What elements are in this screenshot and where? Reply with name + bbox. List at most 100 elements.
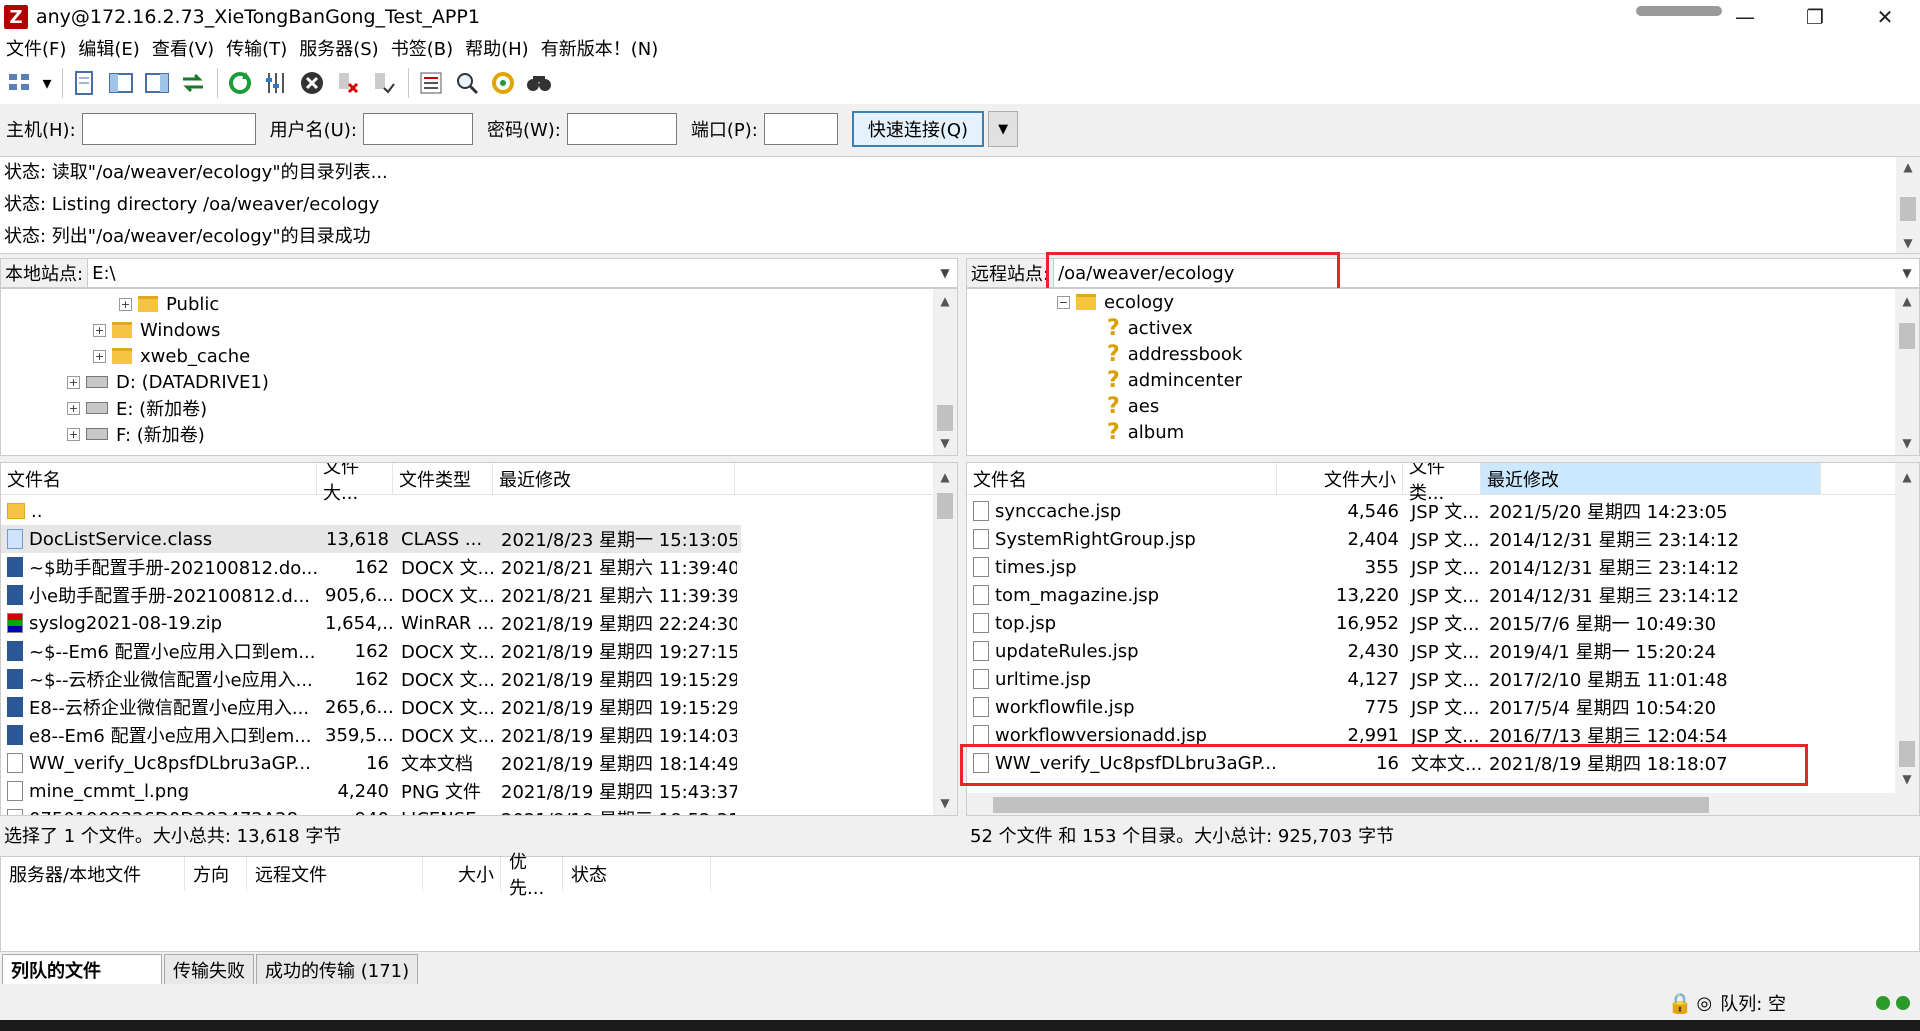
local-tree-scrollbar[interactable]: ▲ ▼ — [933, 289, 957, 455]
remote-list-scrollbar[interactable]: ▲ ▼ — [1895, 463, 1919, 815]
table-row[interactable]: top.jsp 16,952 JSP 文... 2015/7/6 星期一 10:49:… — [967, 609, 1897, 637]
tree-item-windows[interactable]: + Windows — [93, 317, 220, 343]
tab-successful-transfers[interactable]: 成功的传输 (171) — [256, 954, 419, 984]
tree-item-drive-f[interactable]: + F: (新加卷) — [67, 421, 205, 447]
reconnect-icon[interactable] — [367, 67, 400, 100]
quickconnect-dropdown-icon[interactable]: ▼ — [988, 111, 1019, 147]
menu-help[interactable]: 帮助(H) — [459, 35, 535, 61]
column-modified[interactable]: 最近修改 — [1481, 463, 1821, 494]
column-type[interactable]: 文件类型 — [393, 463, 493, 494]
cancel-icon[interactable] — [295, 67, 328, 100]
column-modified[interactable]: 最近修改 — [493, 463, 735, 494]
menu-view[interactable]: 查看(V) — [146, 35, 220, 61]
chevron-down-icon[interactable]: ▼ — [1895, 266, 1919, 280]
queue-col-size[interactable]: 大小 — [423, 857, 501, 891]
remote-tree-icon[interactable] — [140, 67, 173, 100]
scroll-up-icon[interactable]: ▲ — [933, 291, 957, 311]
scroll-down-icon[interactable]: ▼ — [1896, 233, 1920, 253]
scroll-down-icon[interactable]: ▼ — [933, 433, 957, 453]
scroll-up-icon[interactable]: ▲ — [933, 467, 957, 487]
scroll-up-icon[interactable]: ▲ — [1896, 157, 1920, 177]
column-filename[interactable]: 文件名 — [1, 463, 317, 494]
column-type[interactable]: 文件类... — [1403, 463, 1481, 504]
menu-new-version[interactable]: 有新版本！(N) — [535, 35, 665, 61]
tree-item-album[interactable]: ? album — [1107, 419, 1184, 445]
menu-file[interactable]: 文件(F) — [0, 35, 72, 61]
table-row[interactable]: synccache.jsp 4,546 JSP 文... 2021/5/20 星期四 … — [967, 497, 1897, 525]
queue-col-direction[interactable]: 方向 — [185, 857, 247, 891]
table-row[interactable]: mine_cmmt_l.png 4,240 PNG 文件 2021/8/19 星期四 … — [1, 777, 741, 805]
column-size[interactable]: 文件大小 — [1277, 463, 1403, 494]
synchronized-browsing-icon[interactable] — [486, 67, 519, 100]
table-row[interactable]: workflowfile.jsp 775 JSP 文... 2017/5/4 星期四 … — [967, 693, 1897, 721]
directory-listing-filters-icon[interactable] — [414, 67, 447, 100]
column-size[interactable]: 文件大... — [317, 463, 393, 504]
tree-item-public[interactable]: + Public — [119, 291, 219, 317]
process-queue-icon[interactable] — [259, 67, 292, 100]
disconnect-icon[interactable] — [331, 67, 364, 100]
table-row[interactable]: SystemRightGroup.jsp 2,404 JSP 文... 2014/12… — [967, 525, 1897, 553]
scroll-up-icon[interactable]: ▲ — [1895, 467, 1919, 487]
tree-item-ecology[interactable]: − ecology — [1057, 289, 1174, 315]
tree-item-addressbook[interactable]: ? addressbook — [1107, 341, 1242, 367]
dropdown-arrow-icon[interactable]: ▾ — [40, 67, 54, 100]
menu-edit[interactable]: 编辑(E) — [72, 35, 145, 61]
compare-directories-icon[interactable] — [450, 67, 483, 100]
scroll-down-icon[interactable]: ▼ — [1895, 769, 1919, 789]
speed-limit-icon[interactable]: ◎ — [1696, 993, 1712, 1014]
menu-bookmarks[interactable]: 书签(B) — [385, 35, 459, 61]
maximize-button[interactable]: ❐ — [1780, 0, 1850, 34]
site-manager-icon[interactable] — [4, 67, 37, 100]
message-log-icon[interactable] — [68, 67, 101, 100]
tree-item-admincenter[interactable]: ? admincenter — [1107, 367, 1242, 393]
menu-server[interactable]: 服务器(S) — [293, 35, 384, 61]
table-row[interactable]: syslog2021-08-19.zip 1,654,... WinRAR ... 2… — [1, 609, 741, 637]
table-row[interactable]: times.jsp 355 JSP 文... 2014/12/31 星期三 23:14… — [967, 553, 1897, 581]
queue-col-remote[interactable]: 远程文件 — [247, 857, 423, 891]
tab-failed-transfers[interactable]: 传输失败 — [164, 954, 254, 984]
remote-list-hscrollbar[interactable] — [967, 793, 1897, 815]
scroll-down-icon[interactable]: ▼ — [1895, 433, 1919, 453]
password-input[interactable] — [566, 113, 677, 145]
table-row[interactable]: 小e助手配置手册-202100812.d... 905,6... DOCX 文...… — [1, 581, 741, 609]
tree-item-aes[interactable]: ? aes — [1107, 393, 1159, 419]
local-list-scrollbar[interactable]: ▲ ▼ — [933, 463, 957, 815]
tree-item-xweb-cache[interactable]: + xweb_cache — [93, 343, 250, 369]
queue-col-priority[interactable]: 优先... — [501, 852, 563, 899]
column-filename[interactable]: 文件名 — [967, 463, 1277, 494]
host-input[interactable] — [81, 113, 256, 145]
minimize-button[interactable]: — — [1710, 0, 1780, 34]
tree-item-drive-e[interactable]: + E: (新加卷) — [67, 395, 207, 421]
table-row[interactable]: .. — [1, 497, 741, 525]
tree-item-activex[interactable]: ? activex — [1107, 315, 1193, 341]
table-row[interactable]: 07501908326D0D203472A28...940LICENSE...2… — [1, 805, 741, 815]
table-row[interactable]: tom_magazine.jsp 13,220 JSP 文... 2014/12/31… — [967, 581, 1897, 609]
table-row[interactable]: updateRules.jsp 2,430 JSP 文... 2019/4/1 星期一… — [967, 637, 1897, 665]
queue-col-server-local[interactable]: 服务器/本地文件 — [1, 857, 185, 891]
table-row[interactable]: ~$--云桥企业微信配置小e应用入... 162 DOCX 文... 2021/8/1… — [1, 665, 741, 693]
table-row[interactable]: WW_verify_Uc8psfDLbru3aGP... 16 文本文档 2021/8… — [1, 749, 741, 777]
queue-col-status[interactable]: 状态 — [563, 857, 711, 891]
refresh-icon[interactable] — [223, 67, 256, 100]
table-row[interactable]: DocListService.class 13,618 CLASS ... 2021/… — [1, 525, 741, 553]
local-path-input[interactable]: E:\ — [88, 263, 933, 284]
table-row[interactable]: E8--云桥企业微信配置小e应用入... 265,6... DOCX 文... 202… — [1, 693, 741, 721]
quickconnect-button[interactable]: 快速连接(Q) — [851, 111, 985, 147]
table-row[interactable]: ~$--Em6 配置小e应用入口到em... 162 DOCX 文... 2021/8… — [1, 637, 741, 665]
table-row[interactable]: ~$助手配置手册-202100812.do... 162 DOCX 文... 2021… — [1, 553, 741, 581]
transfer-queue-icon[interactable] — [176, 67, 209, 100]
table-row[interactable]: e8--Em6 配置小e应用入口到em... 359,5... DOCX 文... 2… — [1, 721, 741, 749]
local-tree-icon[interactable] — [104, 67, 137, 100]
log-scrollbar[interactable]: ▲ ▼ — [1896, 157, 1920, 253]
menu-transfer[interactable]: 传输(T) — [220, 35, 293, 61]
close-button[interactable]: ✕ — [1850, 0, 1920, 34]
username-input[interactable] — [362, 113, 473, 145]
scroll-up-icon[interactable]: ▲ — [1895, 291, 1919, 311]
search-remote-files-icon[interactable] — [522, 67, 555, 100]
scroll-down-icon[interactable]: ▼ — [933, 793, 957, 813]
port-input[interactable] — [763, 113, 838, 145]
tab-queued-files[interactable]: 列队的文件 — [2, 954, 162, 984]
table-row[interactable]: urltime.jsp 4,127 JSP 文... 2017/2/10 星期五 11… — [967, 665, 1897, 693]
chevron-down-icon[interactable]: ▼ — [933, 266, 957, 280]
tree-item-drive-d[interactable]: + D: (DATADRIVE1) — [67, 369, 269, 395]
